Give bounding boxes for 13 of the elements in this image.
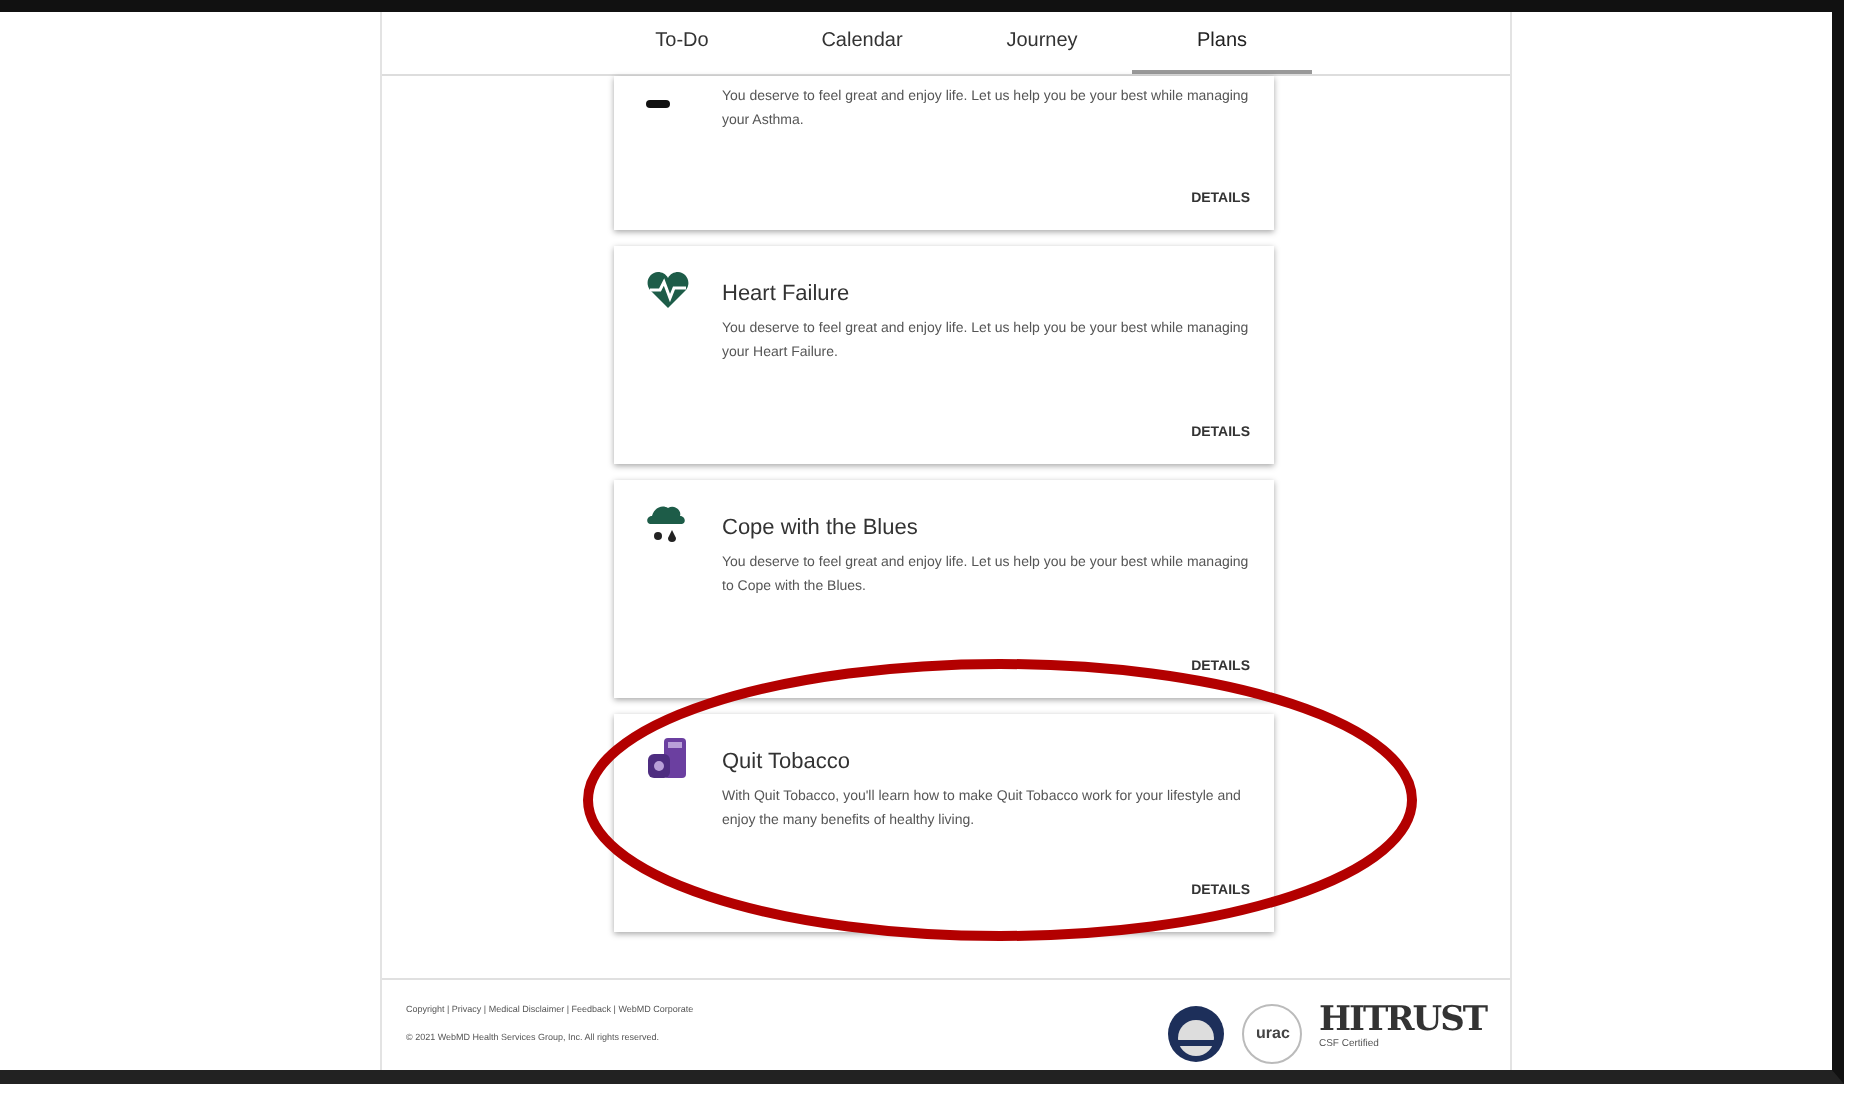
seal-badge-icon xyxy=(1166,1004,1227,1064)
nav-tab[interactable]: Journey xyxy=(952,12,1132,74)
nav-tab[interactable]: To-Do xyxy=(592,12,772,74)
canisters-icon xyxy=(646,735,690,780)
rain-cloud-icon xyxy=(646,501,686,546)
bar-icon xyxy=(646,99,670,108)
plan-title: Quit Tobacco xyxy=(722,748,853,778)
hitrust-logo-text: HITRUST xyxy=(1318,1004,1486,1038)
urac-badge: urac xyxy=(1242,1004,1303,1064)
plan-title: Heart Failure xyxy=(722,280,852,310)
heart-pulse-icon xyxy=(646,269,690,310)
plan-title: Cope with the Blues xyxy=(722,514,920,544)
nav-tab[interactable]: Calendar xyxy=(772,12,952,74)
